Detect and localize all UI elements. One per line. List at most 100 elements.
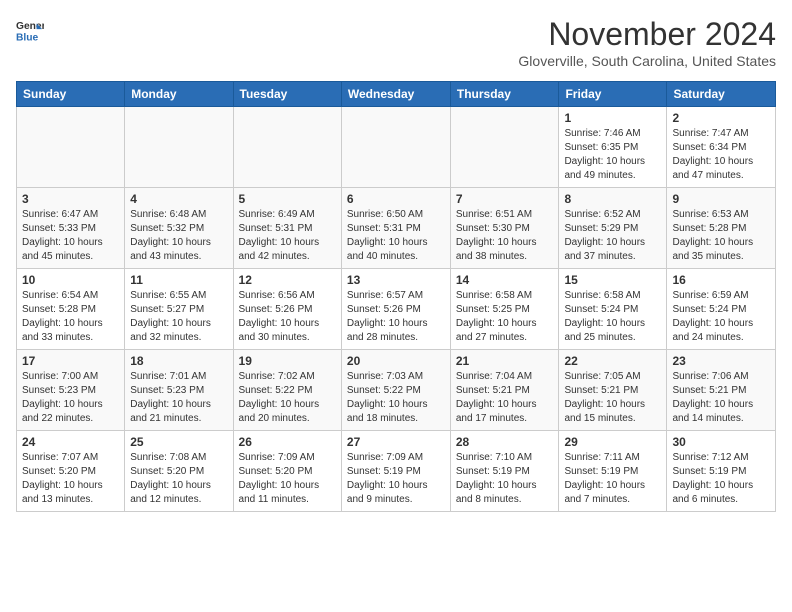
day-number: 27 <box>347 435 445 449</box>
day-number: 22 <box>564 354 661 368</box>
day-info: Sunrise: 7:06 AM Sunset: 5:21 PM Dayligh… <box>672 370 770 426</box>
calendar-week-4: 17 Sunrise: 7:00 AM Sunset: 5:23 PM Dayli… <box>17 350 776 431</box>
calendar-cell: 25 Sunrise: 7:08 AM Sunset: 5:20 PM Dayli… <box>125 431 233 512</box>
day-info: Sunrise: 6:50 AM Sunset: 5:31 PM Dayligh… <box>347 208 445 264</box>
svg-text:General: General <box>16 21 44 32</box>
calendar-cell: 18 Sunrise: 7:01 AM Sunset: 5:23 PM Dayli… <box>125 350 233 431</box>
calendar-cell: 8Sunrise: 6:52 AM Sunset: 5:29 PM Daylig… <box>559 188 667 269</box>
day-info: Sunrise: 7:09 AM Sunset: 5:19 PM Dayligh… <box>347 451 445 507</box>
day-info: Sunrise: 6:51 AM Sunset: 5:30 PM Dayligh… <box>456 208 554 264</box>
calendar-cell: 9 Sunrise: 6:53 AM Sunset: 5:28 PM Daylig… <box>667 188 776 269</box>
day-number: 1 <box>564 111 661 125</box>
calendar-week-1: 1 Sunrise: 7:46 AM Sunset: 6:35 PM Daylig… <box>17 107 776 188</box>
day-info: Sunrise: 6:54 AM Sunset: 5:28 PM Dayligh… <box>22 289 119 345</box>
day-number: 10 <box>22 273 119 287</box>
calendar-cell: 27 Sunrise: 7:09 AM Sunset: 5:19 PM Dayli… <box>341 431 450 512</box>
day-info: Sunrise: 7:12 AM Sunset: 5:19 PM Dayligh… <box>672 451 770 507</box>
calendar-cell <box>450 107 559 188</box>
logo-icon: General Blue <box>16 16 44 44</box>
day-number: 20 <box>347 354 445 368</box>
col-header-monday: Monday <box>125 82 233 107</box>
page-header: General Blue November 2024 Gloverville, … <box>16 16 776 69</box>
day-info: Sunrise: 7:08 AM Sunset: 5:20 PM Dayligh… <box>130 451 227 507</box>
day-info: Sunrise: 7:10 AM Sunset: 5:19 PM Dayligh… <box>456 451 554 507</box>
calendar-cell: 16 Sunrise: 6:59 AM Sunset: 5:24 PM Dayli… <box>667 269 776 350</box>
day-info: Sunrise: 6:48 AM Sunset: 5:32 PM Dayligh… <box>130 208 227 264</box>
day-number: 18 <box>130 354 227 368</box>
calendar-cell <box>125 107 233 188</box>
calendar-cell: 7Sunrise: 6:51 AM Sunset: 5:30 PM Daylig… <box>450 188 559 269</box>
day-number: 30 <box>672 435 770 449</box>
day-info: Sunrise: 6:58 AM Sunset: 5:24 PM Dayligh… <box>564 289 661 345</box>
day-info: Sunrise: 6:59 AM Sunset: 5:24 PM Dayligh… <box>672 289 770 345</box>
day-info: Sunrise: 6:53 AM Sunset: 5:28 PM Dayligh… <box>672 208 770 264</box>
title-block: November 2024 Gloverville, South Carolin… <box>518 16 776 69</box>
calendar-cell: 12Sunrise: 6:56 AM Sunset: 5:26 PM Dayli… <box>233 269 341 350</box>
day-number: 21 <box>456 354 554 368</box>
day-number: 23 <box>672 354 770 368</box>
calendar-cell: 28 Sunrise: 7:10 AM Sunset: 5:19 PM Dayli… <box>450 431 559 512</box>
calendar-cell: 17 Sunrise: 7:00 AM Sunset: 5:23 PM Dayli… <box>17 350 125 431</box>
svg-text:Blue: Blue <box>16 32 39 43</box>
day-info: Sunrise: 6:58 AM Sunset: 5:25 PM Dayligh… <box>456 289 554 345</box>
calendar-cell: 30 Sunrise: 7:12 AM Sunset: 5:19 PM Dayli… <box>667 431 776 512</box>
day-info: Sunrise: 6:57 AM Sunset: 5:26 PM Dayligh… <box>347 289 445 345</box>
day-number: 19 <box>239 354 336 368</box>
day-info: Sunrise: 7:46 AM Sunset: 6:35 PM Dayligh… <box>564 127 661 183</box>
month-title: November 2024 <box>518 16 776 53</box>
day-info: Sunrise: 7:09 AM Sunset: 5:20 PM Dayligh… <box>239 451 336 507</box>
calendar-cell <box>341 107 450 188</box>
location: Gloverville, South Carolina, United Stat… <box>518 53 776 69</box>
day-number: 3 <box>22 192 119 206</box>
calendar-cell: 20 Sunrise: 7:03 AM Sunset: 5:22 PM Dayli… <box>341 350 450 431</box>
calendar-header-row: SundayMondayTuesdayWednesdayThursdayFrid… <box>17 82 776 107</box>
calendar-cell: 6 Sunrise: 6:50 AM Sunset: 5:31 PM Daylig… <box>341 188 450 269</box>
calendar-cell: 19 Sunrise: 7:02 AM Sunset: 5:22 PM Dayli… <box>233 350 341 431</box>
day-info: Sunrise: 7:02 AM Sunset: 5:22 PM Dayligh… <box>239 370 336 426</box>
calendar-cell: 2Sunrise: 7:47 AM Sunset: 6:34 PM Daylig… <box>667 107 776 188</box>
calendar-cell: 5 Sunrise: 6:49 AM Sunset: 5:31 PM Daylig… <box>233 188 341 269</box>
day-info: Sunrise: 6:47 AM Sunset: 5:33 PM Dayligh… <box>22 208 119 264</box>
day-info: Sunrise: 7:03 AM Sunset: 5:22 PM Dayligh… <box>347 370 445 426</box>
day-info: Sunrise: 7:11 AM Sunset: 5:19 PM Dayligh… <box>564 451 661 507</box>
day-number: 4 <box>130 192 227 206</box>
calendar-cell: 15 Sunrise: 6:58 AM Sunset: 5:24 PM Dayli… <box>559 269 667 350</box>
calendar-cell <box>233 107 341 188</box>
day-info: Sunrise: 7:07 AM Sunset: 5:20 PM Dayligh… <box>22 451 119 507</box>
calendar-cell: 10 Sunrise: 6:54 AM Sunset: 5:28 PM Dayli… <box>17 269 125 350</box>
day-info: Sunrise: 6:52 AM Sunset: 5:29 PM Dayligh… <box>564 208 661 264</box>
calendar-cell: 23 Sunrise: 7:06 AM Sunset: 5:21 PM Dayli… <box>667 350 776 431</box>
day-number: 13 <box>347 273 445 287</box>
day-number: 25 <box>130 435 227 449</box>
calendar-cell: 1 Sunrise: 7:46 AM Sunset: 6:35 PM Daylig… <box>559 107 667 188</box>
day-info: Sunrise: 6:49 AM Sunset: 5:31 PM Dayligh… <box>239 208 336 264</box>
calendar-cell: 22 Sunrise: 7:05 AM Sunset: 5:21 PM Dayli… <box>559 350 667 431</box>
day-number: 6 <box>347 192 445 206</box>
day-number: 26 <box>239 435 336 449</box>
col-header-tuesday: Tuesday <box>233 82 341 107</box>
calendar-cell: 13 Sunrise: 6:57 AM Sunset: 5:26 PM Dayli… <box>341 269 450 350</box>
col-header-sunday: Sunday <box>17 82 125 107</box>
day-info: Sunrise: 7:47 AM Sunset: 6:34 PM Dayligh… <box>672 127 770 183</box>
day-number: 15 <box>564 273 661 287</box>
day-number: 17 <box>22 354 119 368</box>
day-info: Sunrise: 7:05 AM Sunset: 5:21 PM Dayligh… <box>564 370 661 426</box>
col-header-thursday: Thursday <box>450 82 559 107</box>
col-header-saturday: Saturday <box>667 82 776 107</box>
day-info: Sunrise: 7:00 AM Sunset: 5:23 PM Dayligh… <box>22 370 119 426</box>
day-number: 29 <box>564 435 661 449</box>
col-header-friday: Friday <box>559 82 667 107</box>
calendar-cell: 24Sunrise: 7:07 AM Sunset: 5:20 PM Dayli… <box>17 431 125 512</box>
calendar-cell: 3 Sunrise: 6:47 AM Sunset: 5:33 PM Daylig… <box>17 188 125 269</box>
day-number: 5 <box>239 192 336 206</box>
calendar-cell: 11 Sunrise: 6:55 AM Sunset: 5:27 PM Dayli… <box>125 269 233 350</box>
calendar-week-3: 10 Sunrise: 6:54 AM Sunset: 5:28 PM Dayli… <box>17 269 776 350</box>
day-info: Sunrise: 7:01 AM Sunset: 5:23 PM Dayligh… <box>130 370 227 426</box>
day-number: 16 <box>672 273 770 287</box>
day-number: 9 <box>672 192 770 206</box>
day-info: Sunrise: 6:56 AM Sunset: 5:26 PM Dayligh… <box>239 289 336 345</box>
calendar-week-2: 3 Sunrise: 6:47 AM Sunset: 5:33 PM Daylig… <box>17 188 776 269</box>
day-number: 28 <box>456 435 554 449</box>
day-number: 11 <box>130 273 227 287</box>
day-info: Sunrise: 6:55 AM Sunset: 5:27 PM Dayligh… <box>130 289 227 345</box>
